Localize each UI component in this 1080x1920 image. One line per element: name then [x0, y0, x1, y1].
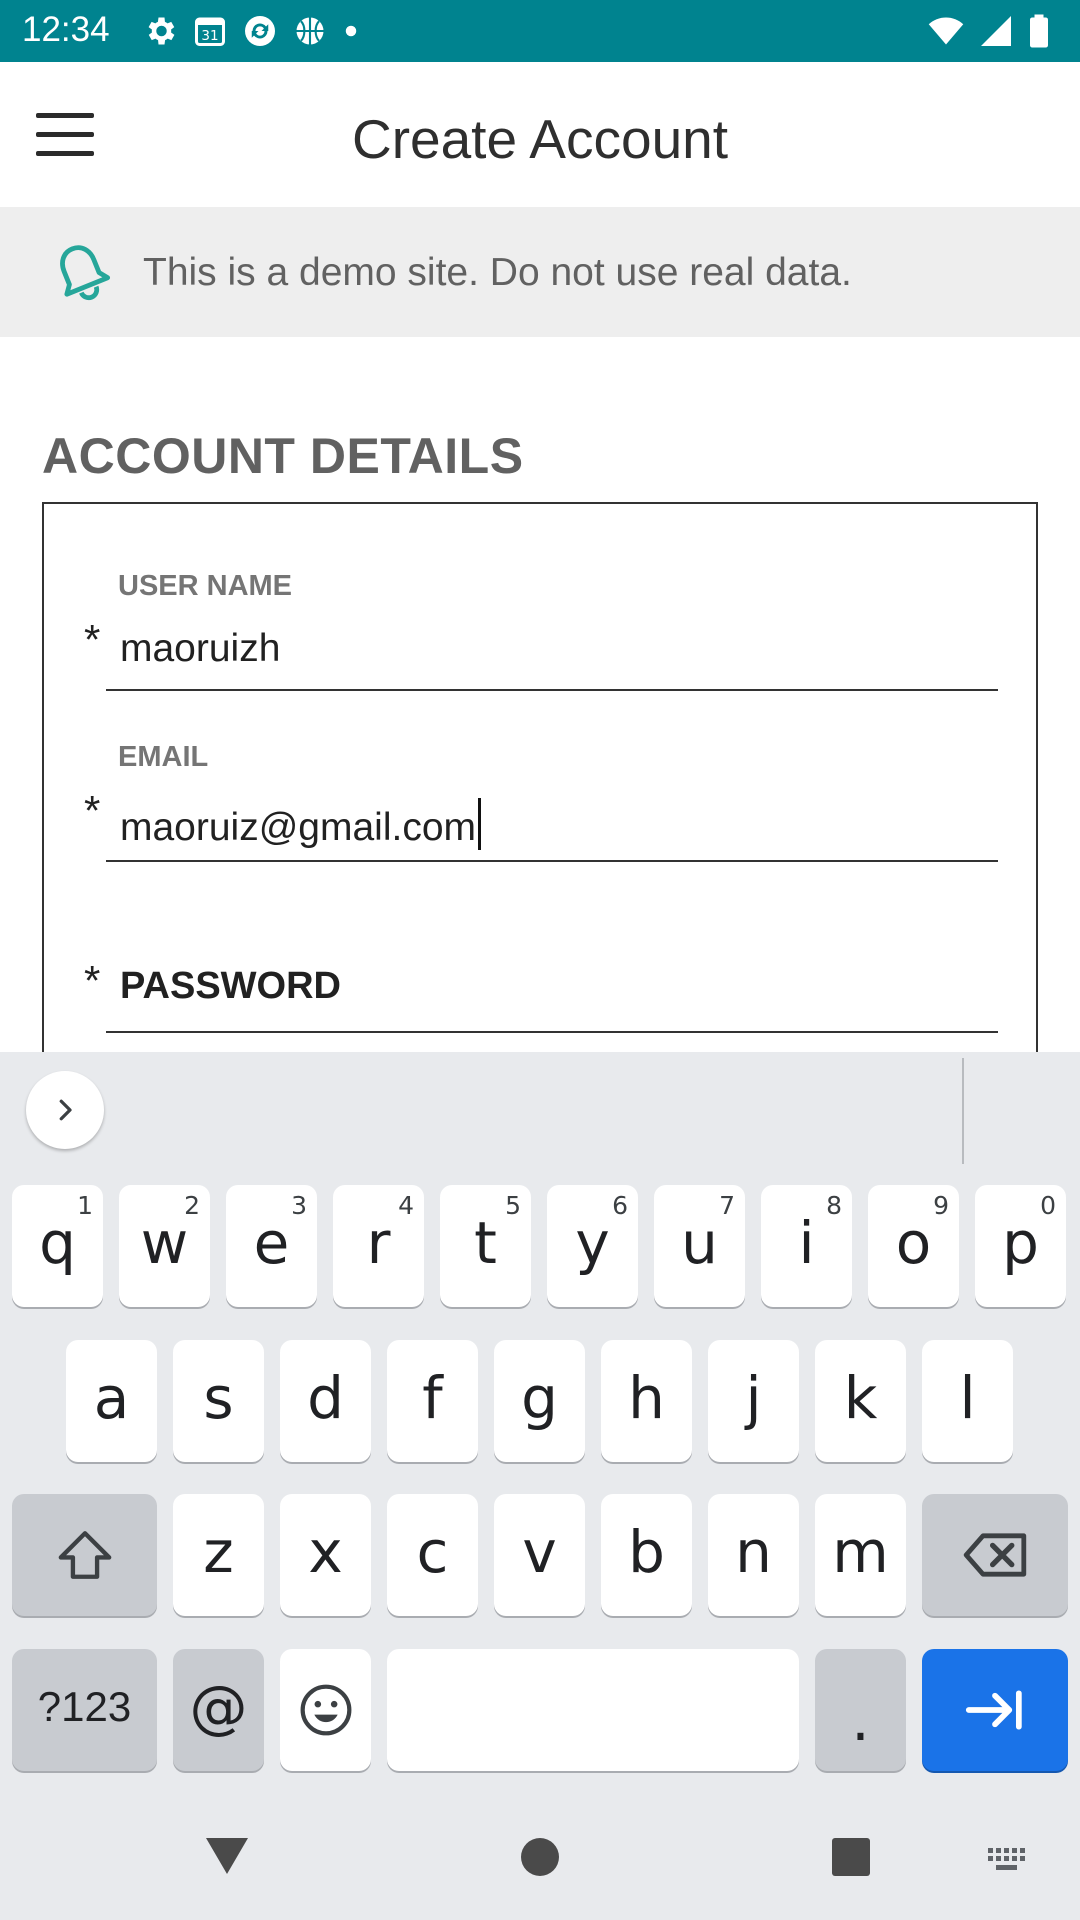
text-cursor — [478, 798, 482, 850]
key-h[interactable]: h — [601, 1340, 692, 1462]
key-f[interactable]: f — [387, 1340, 478, 1462]
nav-home-icon[interactable] — [521, 1838, 559, 1876]
username-label: USER NAME — [118, 570, 293, 602]
key-m[interactable]: m — [815, 1494, 906, 1616]
key-i[interactable]: i8 — [761, 1185, 852, 1307]
nav-back-icon[interactable] — [204, 1836, 250, 1876]
status-bar: 12:34 31 — [0, 0, 1080, 62]
account-details-form: USER NAME * maoruizh EMAIL * maoruiz@gma… — [42, 502, 1038, 1062]
password-underline — [106, 1031, 998, 1033]
soft-keyboard — [0, 1052, 1080, 1920]
calendar-day: 31 — [201, 28, 218, 44]
key-g[interactable]: g — [494, 1340, 585, 1462]
emoji-icon — [300, 1684, 351, 1736]
app-bar: Create Account — [0, 62, 1080, 207]
key-hint: 2 — [184, 1191, 200, 1220]
key-p[interactable]: p0 — [975, 1185, 1066, 1307]
emoji-key[interactable] — [280, 1649, 371, 1771]
email-underline — [106, 860, 998, 862]
key-r[interactable]: r4 — [333, 1185, 424, 1307]
page-title: Create Account — [351, 108, 729, 170]
email-input[interactable]: maoruiz@gmail.com — [120, 798, 482, 850]
key-s[interactable]: s — [173, 1340, 264, 1462]
key-d[interactable]: d — [280, 1340, 371, 1462]
toolbar-divider — [962, 1058, 964, 1164]
key-q[interactable]: q1 — [12, 1185, 103, 1307]
key-hint: 0 — [1040, 1191, 1056, 1220]
key-t[interactable]: t5 — [440, 1185, 531, 1307]
settings-gear-icon — [148, 17, 175, 45]
nav-recent-apps-icon[interactable] — [832, 1838, 870, 1876]
system-status-icons — [926, 13, 1052, 49]
space-key[interactable] — [387, 1649, 799, 1771]
calendar-icon: 31 — [195, 17, 225, 46]
period-key[interactable]: . — [815, 1649, 906, 1771]
username-input[interactable]: maoruizh — [120, 627, 280, 671]
bell-icon — [60, 245, 111, 301]
chevron-right-icon[interactable] — [26, 1071, 104, 1149]
key-hint: 4 — [398, 1191, 414, 1220]
status-time: 12:34 — [22, 10, 110, 49]
required-mark: * — [84, 616, 101, 663]
symbols-key[interactable]: ?123 — [12, 1649, 157, 1771]
more-notifications-dot-icon — [345, 25, 357, 37]
key-v[interactable]: v — [494, 1494, 585, 1616]
demo-banner: This is a demo site. Do not use real dat… — [0, 207, 1080, 337]
key-o[interactable]: o9 — [868, 1185, 959, 1307]
key-k[interactable]: k — [815, 1340, 906, 1462]
password-input[interactable]: PASSWORD — [120, 965, 341, 1008]
section-title: ACCOUNT DETAILS — [42, 428, 524, 484]
key-j[interactable]: j — [708, 1340, 799, 1462]
key-c[interactable]: c — [387, 1494, 478, 1616]
next-arrow-icon — [965, 1690, 1022, 1730]
key-hint: 1 — [77, 1191, 93, 1220]
notification-icons: 31 — [142, 13, 360, 49]
required-mark: * — [84, 957, 101, 1004]
key-n[interactable]: n — [708, 1494, 799, 1616]
key-y[interactable]: y6 — [547, 1185, 638, 1307]
shift-icon — [58, 1531, 111, 1579]
email-label: EMAIL — [118, 741, 209, 773]
key-a[interactable]: a — [66, 1340, 157, 1462]
key-l[interactable]: l — [922, 1340, 1013, 1462]
key-hint: 9 — [933, 1191, 949, 1220]
key-z[interactable]: z — [173, 1494, 264, 1616]
key-u[interactable]: u7 — [654, 1185, 745, 1307]
key-w[interactable]: w2 — [119, 1185, 210, 1307]
key-hint: 7 — [719, 1191, 735, 1220]
at-key[interactable]: @ — [173, 1649, 264, 1771]
sync-app-icon — [245, 16, 275, 46]
key-b[interactable]: b — [601, 1494, 692, 1616]
backspace-icon — [963, 1533, 1027, 1577]
cellular-signal-icon — [981, 16, 1011, 46]
basketball-icon — [296, 17, 324, 45]
banner-text: This is a demo site. Do not use real dat… — [143, 251, 852, 294]
keyboard-switch-icon[interactable] — [986, 1846, 1030, 1874]
battery-icon — [1030, 14, 1048, 48]
required-mark: * — [84, 787, 101, 834]
shift-key[interactable] — [12, 1494, 157, 1616]
key-x[interactable]: x — [280, 1494, 371, 1616]
username-underline — [106, 689, 998, 691]
email-value: maoruiz@gmail.com — [120, 806, 477, 849]
keyboard-toolbar — [0, 1052, 1080, 1172]
wifi-icon — [928, 17, 964, 45]
key-hint: 3 — [291, 1191, 307, 1220]
next-key[interactable] — [922, 1649, 1068, 1771]
backspace-key[interactable] — [922, 1494, 1068, 1616]
key-e[interactable]: e3 — [226, 1185, 317, 1307]
key-hint: 5 — [505, 1191, 521, 1220]
key-hint: 6 — [612, 1191, 628, 1220]
key-hint: 8 — [826, 1191, 842, 1220]
